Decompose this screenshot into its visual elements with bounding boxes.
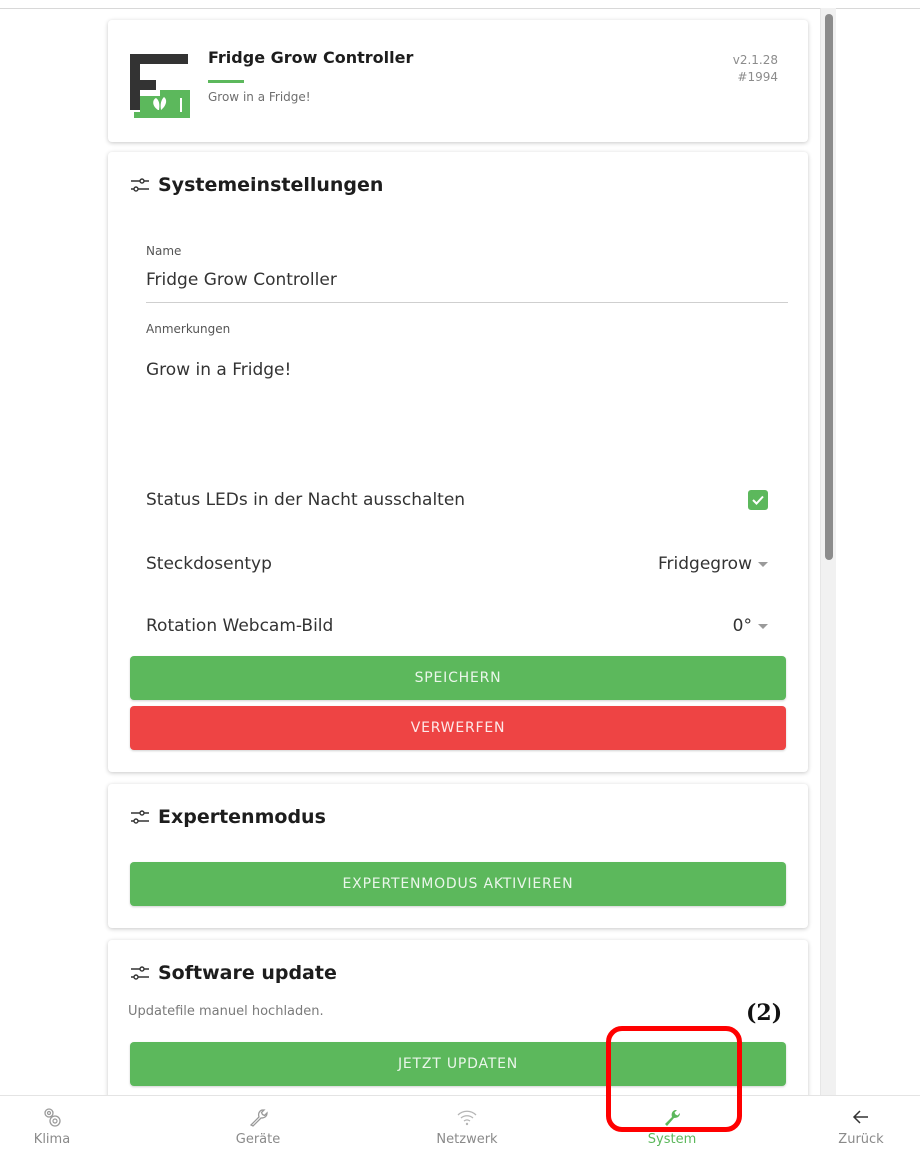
wifi-icon (457, 1110, 477, 1126)
title-accent (208, 80, 244, 83)
app-title: Fridge Grow Controller (208, 48, 414, 67)
check-icon (752, 495, 764, 505)
name-label: Name (146, 244, 182, 258)
discard-button[interactable]: VERWERFEN (130, 706, 786, 750)
fg-logo-icon (130, 54, 190, 118)
top-divider (0, 8, 920, 9)
notes-textarea[interactable]: Grow in a Fridge! (146, 360, 291, 380)
activate-expert-mode-button[interactable]: EXPERTENMODUS AKTIVIEREN (130, 862, 786, 906)
rotation-select[interactable]: 0° (733, 616, 768, 636)
expert-mode-heading: Expertenmodus (130, 806, 326, 828)
section-title-text: Systemeinstellungen (158, 174, 384, 196)
system-settings-heading: Systemeinstellungen (130, 174, 383, 196)
save-button[interactable]: SPEICHERN (130, 656, 786, 700)
nav-item-geraete[interactable]: Geräte (203, 1106, 313, 1147)
nav-label: System (647, 1132, 697, 1147)
app-subtitle: Grow in a Fridge! (208, 90, 311, 104)
tune-icon (131, 810, 149, 824)
version-number: v2.1.28 (732, 53, 778, 67)
tune-icon (131, 178, 149, 192)
version-info: v2.1.28 #1994 (733, 52, 778, 86)
section-title-text: Expertenmodus (158, 806, 326, 828)
update-note: Updatefile manuel hochladen. (128, 1004, 324, 1019)
expert-mode-card: Expertenmodus EXPERTENMODUS AKTIVIEREN (108, 784, 808, 928)
software-update-heading: Software update (130, 962, 337, 984)
tune-icon (131, 966, 149, 980)
name-input-underline (146, 302, 788, 303)
nav-label: Geräte (235, 1132, 281, 1147)
status-led-checkbox[interactable] (748, 490, 768, 510)
annotation-highlight-box (606, 1026, 742, 1132)
page-scrollbar[interactable] (820, 8, 836, 1095)
nav-item-netzwerk[interactable]: Netzwerk (412, 1106, 522, 1147)
build-number: #1994 (737, 70, 778, 84)
header-card: Fridge Grow Controller Grow in a Fridge!… (108, 20, 808, 142)
nav-item-zurueck[interactable]: Zurück (806, 1106, 916, 1147)
rotation-value: 0° (732, 616, 752, 636)
rotation-label: Rotation Webcam-Bild (146, 616, 334, 636)
socket-type-label: Steckdosentyp (146, 554, 272, 574)
nav-label: Netzwerk (436, 1132, 498, 1147)
nav-label: Zurück (838, 1132, 884, 1147)
caret-down-icon (758, 623, 768, 629)
scrollbar-thumb[interactable] (825, 14, 833, 560)
socket-type-value: Fridgegrow (657, 554, 752, 574)
caret-down-icon (758, 561, 768, 567)
name-input[interactable]: Fridge Grow Controller (146, 270, 337, 290)
nav-label: Klima (33, 1132, 71, 1147)
status-led-label: Status LEDs in der Nacht ausschalten (146, 490, 466, 510)
nav-item-klima[interactable]: Klima (0, 1106, 107, 1147)
socket-type-select[interactable]: Fridgegrow (658, 554, 768, 574)
wrench-outline-icon (249, 1109, 268, 1127)
notes-label: Anmerkungen (146, 322, 231, 336)
section-title-text: Software update (158, 962, 337, 984)
gears-icon (44, 1108, 61, 1127)
system-settings-card: Systemeinstellungen Name Fridge Grow Con… (108, 152, 808, 772)
annotation-label: (2) (746, 1000, 783, 1026)
arrow-left-icon (852, 1110, 868, 1124)
bottom-navigation: Klima Geräte Netzwerk System Zurück (0, 1095, 920, 1155)
